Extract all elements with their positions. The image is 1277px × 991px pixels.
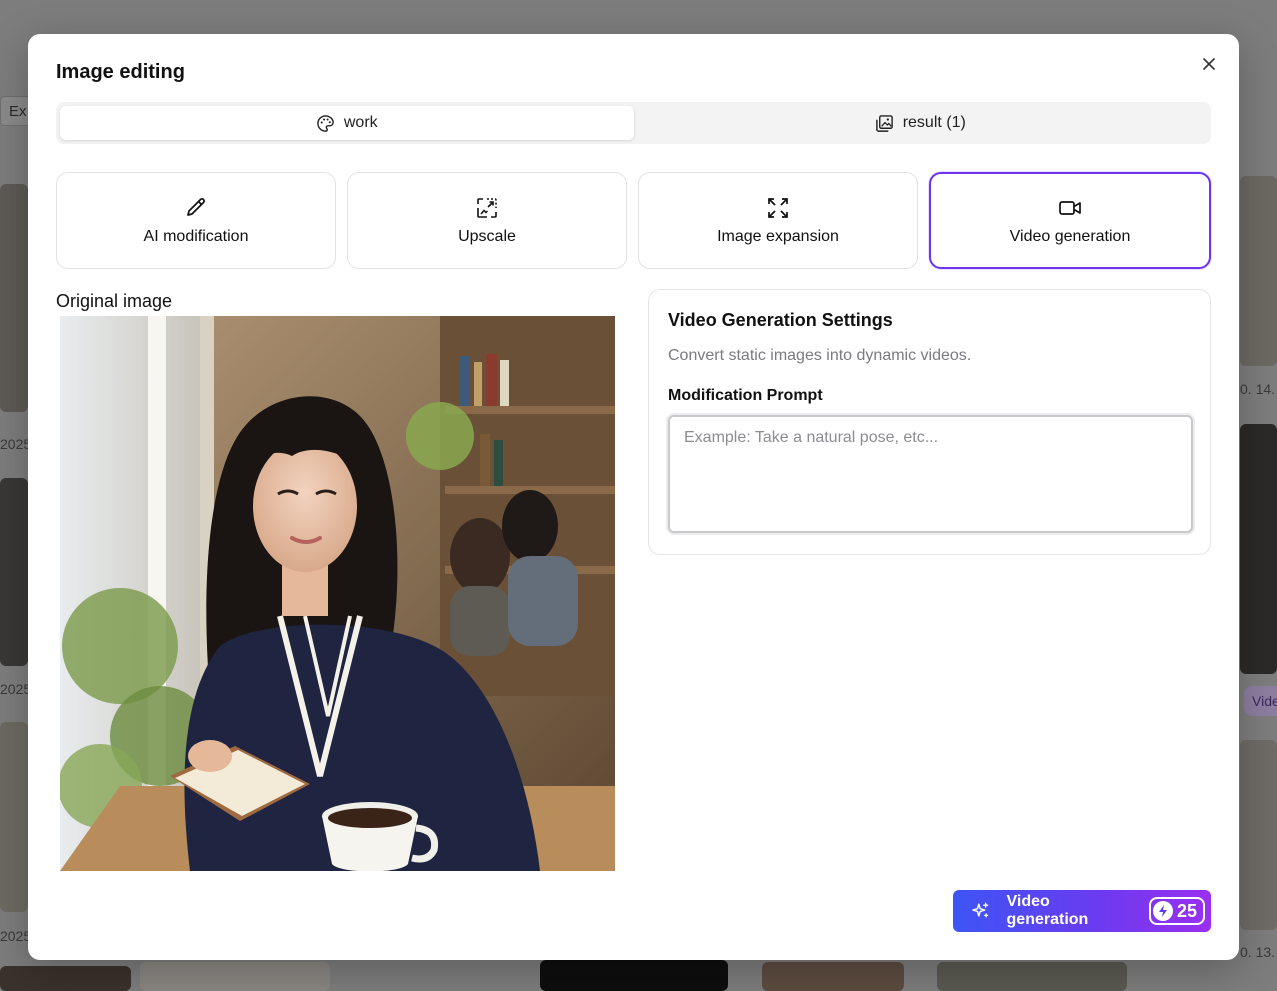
- prompt-label: Modification Prompt: [668, 387, 823, 404]
- original-image: [60, 316, 615, 871]
- upscale-icon: [477, 197, 497, 218]
- settings-title: Video Generation Settings: [668, 310, 893, 330]
- lightning-icon: [1152, 901, 1173, 921]
- portrait-photo: [60, 316, 615, 871]
- x-icon: [1203, 58, 1215, 70]
- tool-upscale-label: Upscale: [458, 227, 516, 245]
- tool-image-expansion-label: Image expansion: [717, 227, 839, 245]
- background-thumb: [0, 184, 28, 412]
- tool-ai-modification-label: AI modification: [143, 227, 249, 245]
- video-camera-icon: [1059, 200, 1081, 215]
- mode-tabs: work result (1): [56, 102, 1211, 144]
- tab-work-label: work: [343, 114, 378, 131]
- background-badge: Vide: [1244, 686, 1277, 716]
- original-image-label: Original image: [56, 291, 173, 311]
- close-button[interactable]: [1197, 52, 1221, 76]
- tool-upscale[interactable]: Upscale: [347, 172, 627, 269]
- settings-description: Convert static images into dynamic video…: [668, 347, 972, 364]
- background-thumb: [0, 722, 28, 912]
- pencil-icon: [187, 197, 205, 216]
- modal-title: Image editing: [56, 61, 185, 83]
- credit-badge: 25: [1148, 897, 1205, 925]
- tool-video-generation[interactable]: Video generation: [929, 172, 1211, 269]
- video-settings-panel: Video Generation Settings Convert static…: [648, 289, 1211, 555]
- credit-count: 25: [1176, 900, 1197, 921]
- tab-result-label: result (1): [902, 114, 966, 131]
- background-thumb: [937, 962, 1127, 991]
- background-thumb: [140, 962, 330, 991]
- tool-image-expansion[interactable]: Image expansion: [638, 172, 918, 269]
- images-icon: [875, 114, 893, 132]
- video-generation-button-label: Video generation: [1006, 893, 1089, 928]
- background-date: 2025: [0, 436, 32, 452]
- modification-prompt-input[interactable]: [668, 415, 1193, 533]
- background-thumb: [1240, 176, 1277, 366]
- tab-result[interactable]: result (1): [634, 106, 1208, 140]
- background-date: 2025: [0, 681, 32, 697]
- palette-icon: [317, 114, 334, 132]
- tool-ai-modification[interactable]: AI modification: [56, 172, 336, 269]
- sparkles-icon: [972, 902, 989, 918]
- tab-work[interactable]: work: [60, 106, 634, 140]
- background-thumb: [762, 962, 904, 991]
- tool-selector: AI modification Upscale Image expansion …: [56, 172, 1211, 269]
- background-date: 2025: [0, 928, 32, 944]
- background-date: 0. 14.: [1240, 381, 1276, 397]
- video-generation-button[interactable]: Video generation 25: [953, 890, 1211, 932]
- expand-icon: [768, 197, 788, 218]
- image-editing-modal: Image editing work result (1) AI modific…: [28, 34, 1239, 960]
- background-date: 0. 13.: [1240, 944, 1276, 960]
- background-thumb: [0, 966, 131, 991]
- background-thumb: [0, 478, 28, 666]
- background-thumb: [540, 960, 728, 991]
- tool-video-generation-label: Video generation: [1009, 227, 1131, 245]
- background-thumb: [1240, 424, 1277, 674]
- background-thumb: [1240, 740, 1277, 930]
